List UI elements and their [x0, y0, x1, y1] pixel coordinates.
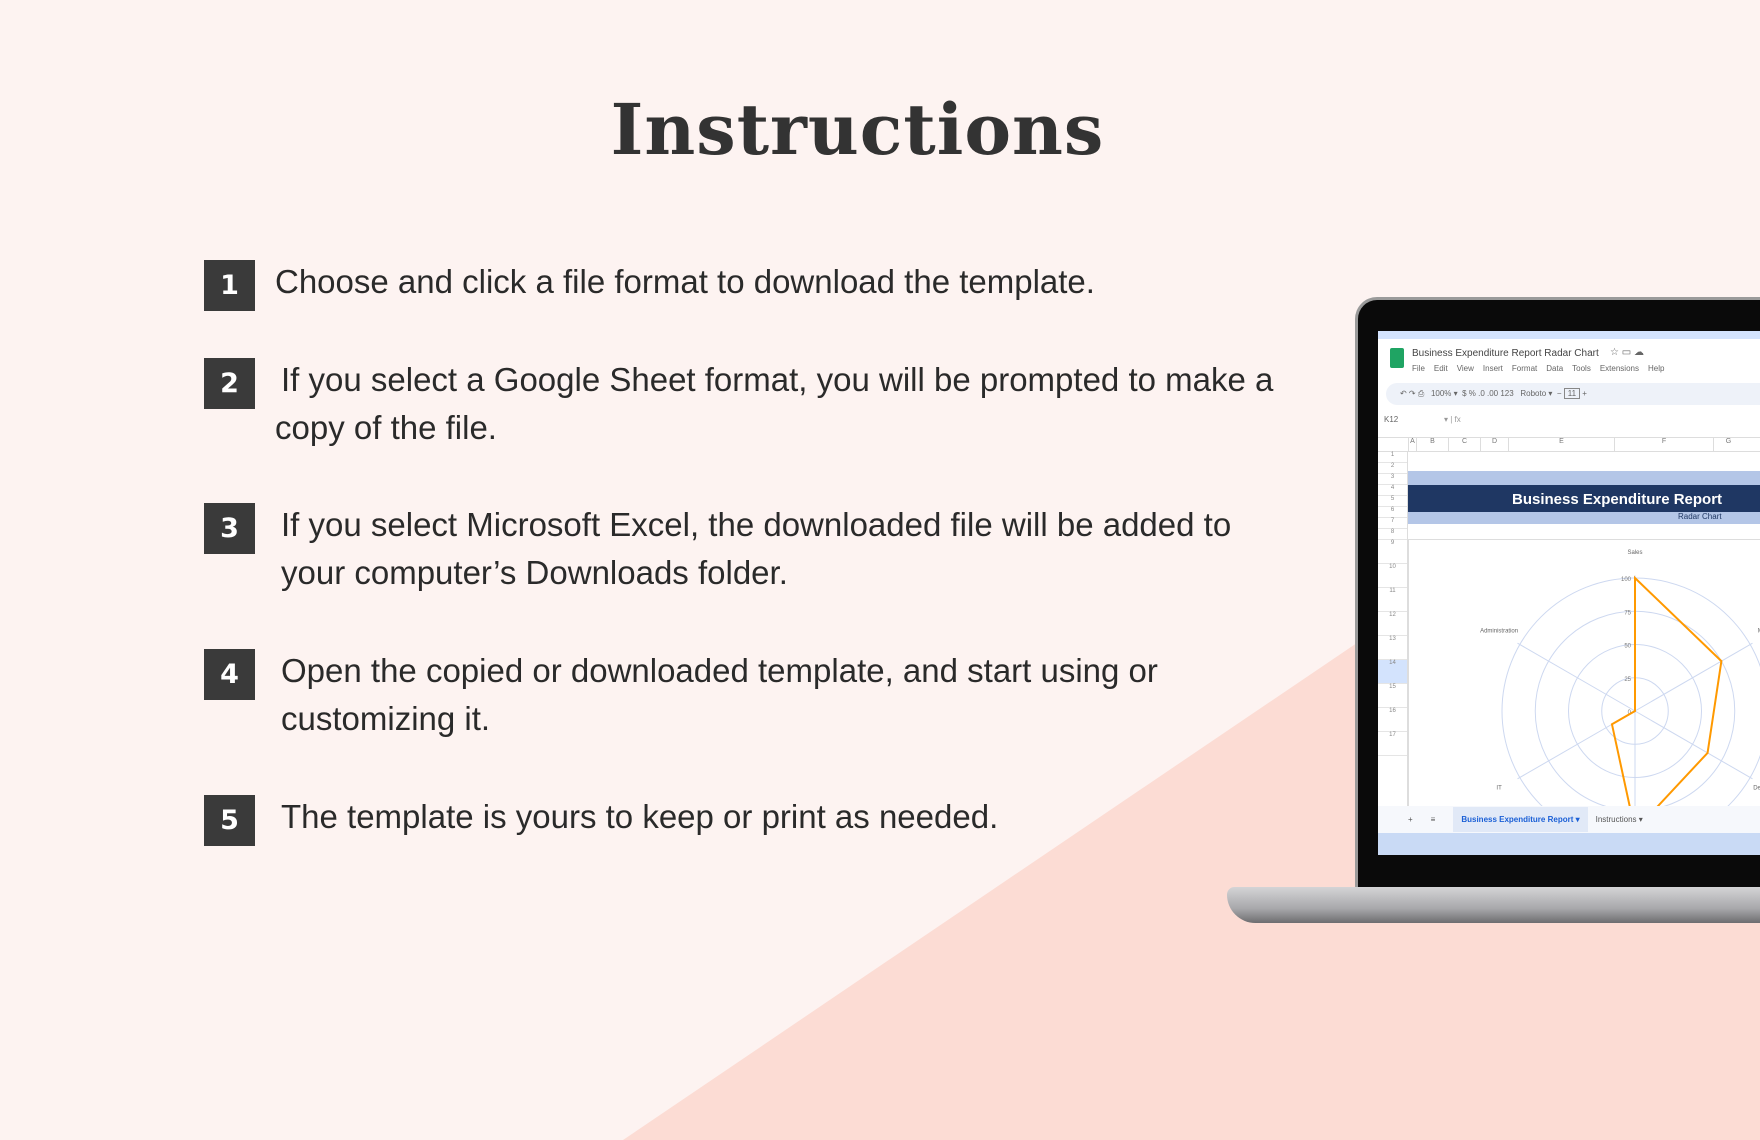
sheet-tab-active[interactable]: Business Expenditure Report ▾ [1453, 807, 1588, 832]
cell-reference[interactable]: K12 [1384, 415, 1398, 424]
all-sheets-icon[interactable]: ≡ [1431, 815, 1436, 824]
menu-item[interactable]: Help [1648, 364, 1664, 373]
category-label: Development [1753, 785, 1760, 791]
sheet-tab-instructions[interactable]: Instructions ▾ [1596, 815, 1643, 824]
step-number: 4 [204, 649, 255, 700]
report-title: Business Expenditure Report [1408, 485, 1760, 512]
tick-label: 100 [1621, 577, 1632, 583]
page-title: Instructions [610, 88, 1105, 171]
row-header[interactable]: 2 [1378, 463, 1407, 474]
step-number: 3 [204, 503, 255, 554]
axis-line [1517, 642, 1636, 712]
category-label: Sales [1627, 550, 1642, 556]
column-header[interactable]: F [1614, 438, 1713, 451]
row-header[interactable]: 6 [1378, 507, 1407, 518]
header-band-top [1408, 471, 1760, 485]
doc-title[interactable]: Business Expenditure Report Radar Chart [1412, 348, 1599, 359]
row-header[interactable]: 8 [1378, 529, 1407, 540]
radar-chart: 0255075100SalesMarketingDevelopmentITAdm… [1408, 539, 1760, 806]
step-text: Open the copied or downloaded template, … [281, 652, 1158, 737]
step-number: 1 [204, 260, 255, 311]
menu-item[interactable]: Format [1512, 364, 1537, 373]
laptop-mockup: Business Expenditure Report Radar Chart … [1355, 297, 1760, 887]
tick-label: 50 [1624, 644, 1631, 650]
step-text: If you select Microsoft Excel, the downl… [281, 506, 1232, 591]
sheets-logo-icon [1390, 348, 1404, 368]
row-header[interactable]: 5 [1378, 496, 1407, 507]
toolbar: ↶ ↷ ⎙ 100% ▾ $ % .0 .00 123 Roboto ▾ − 1… [1386, 383, 1760, 405]
row-header[interactable]: 17 [1378, 732, 1407, 756]
tick-label: 25 [1624, 677, 1631, 683]
instruction-step: 1 Choose and click a file format to down… [204, 258, 1275, 311]
row-header[interactable]: 9 [1378, 540, 1407, 564]
row-headers: 1 2 3 4 5 6 7 8 9 10 11 12 13 14 15 16 17 [1378, 452, 1408, 806]
menu-item[interactable]: Edit [1434, 364, 1448, 373]
row-header[interactable]: 14 [1378, 660, 1407, 684]
step-number: 5 [204, 795, 255, 846]
row-header[interactable]: 4 [1378, 485, 1407, 496]
row-header[interactable]: 16 [1378, 708, 1407, 732]
column-headers: ABCDEFG [1378, 437, 1760, 452]
tick-label: 75 [1624, 610, 1631, 616]
row-header[interactable]: 3 [1378, 474, 1407, 485]
column-header[interactable]: B [1416, 438, 1448, 451]
column-header[interactable]: C [1448, 438, 1480, 451]
step-text: The template is yours to keep or print a… [281, 798, 999, 835]
menu-item[interactable]: File [1412, 364, 1425, 373]
browser-tab-strip [1378, 331, 1760, 339]
column-header[interactable]: A [1408, 438, 1416, 451]
instruction-step: 2 If you select a Google Sheet format, y… [204, 356, 1275, 452]
row-header[interactable]: 7 [1378, 518, 1407, 529]
grid-ring [1501, 577, 1760, 806]
row-header[interactable]: 11 [1378, 588, 1407, 612]
column-header[interactable]: D [1480, 438, 1508, 451]
step-text: Choose and click a file format to downlo… [275, 263, 1095, 300]
step-number: 2 [204, 358, 255, 409]
fx-icon: ▾ | fx [1444, 415, 1461, 424]
menu-item[interactable]: Data [1546, 364, 1563, 373]
font-select[interactable]: Roboto [1520, 389, 1546, 398]
menu-item[interactable]: Tools [1572, 364, 1591, 373]
add-sheet-icon[interactable]: + [1408, 815, 1413, 824]
data-point [1611, 723, 1613, 726]
spreadsheet-screen: Business Expenditure Report Radar Chart … [1378, 331, 1760, 855]
instruction-step: 4 Open the copied or downloaded template,… [204, 647, 1281, 743]
category-label: Administration [1480, 629, 1518, 635]
report-subtitle: Radar Chart [1408, 512, 1760, 524]
instruction-step: 5 The template is yours to keep or print … [204, 793, 1281, 846]
star-icon[interactable]: ☆ ▭ ☁ [1610, 347, 1644, 358]
row-header[interactable]: 1 [1378, 452, 1407, 463]
row-header[interactable]: 10 [1378, 564, 1407, 588]
menu-item[interactable]: Insert [1483, 364, 1503, 373]
category-label: IT [1496, 785, 1502, 791]
column-header[interactable]: G [1713, 438, 1743, 451]
font-size-input[interactable]: 11 [1563, 388, 1581, 399]
row-header[interactable]: 13 [1378, 636, 1407, 660]
data-point [1706, 752, 1709, 754]
taskbar [1378, 833, 1760, 855]
row-header[interactable]: 15 [1378, 684, 1407, 708]
laptop-base [1227, 887, 1760, 923]
menu-item[interactable]: View [1457, 364, 1474, 373]
menu-item[interactable]: Extensions [1600, 364, 1639, 373]
data-point [1634, 577, 1636, 579]
axis-line [1634, 642, 1753, 712]
row-header[interactable]: 12 [1378, 612, 1407, 636]
sheet-tab-bar: + ≡ Business Expenditure Report ▾ Instru… [1378, 806, 1760, 833]
menu-bar: File Edit View Insert Format Data Tools Extensi… [1412, 364, 1664, 373]
zoom-select[interactable]: 100% [1431, 389, 1451, 398]
instruction-step: 3 If you select Microsoft Excel, the down… [204, 501, 1281, 597]
data-point [1720, 660, 1723, 662]
step-text: If you select a Google Sheet format, you… [275, 361, 1274, 446]
column-header[interactable]: E [1508, 438, 1614, 451]
data-point [1634, 710, 1636, 712]
undo-icon[interactable]: ↶ ↷ ⎙ [1400, 389, 1424, 398]
